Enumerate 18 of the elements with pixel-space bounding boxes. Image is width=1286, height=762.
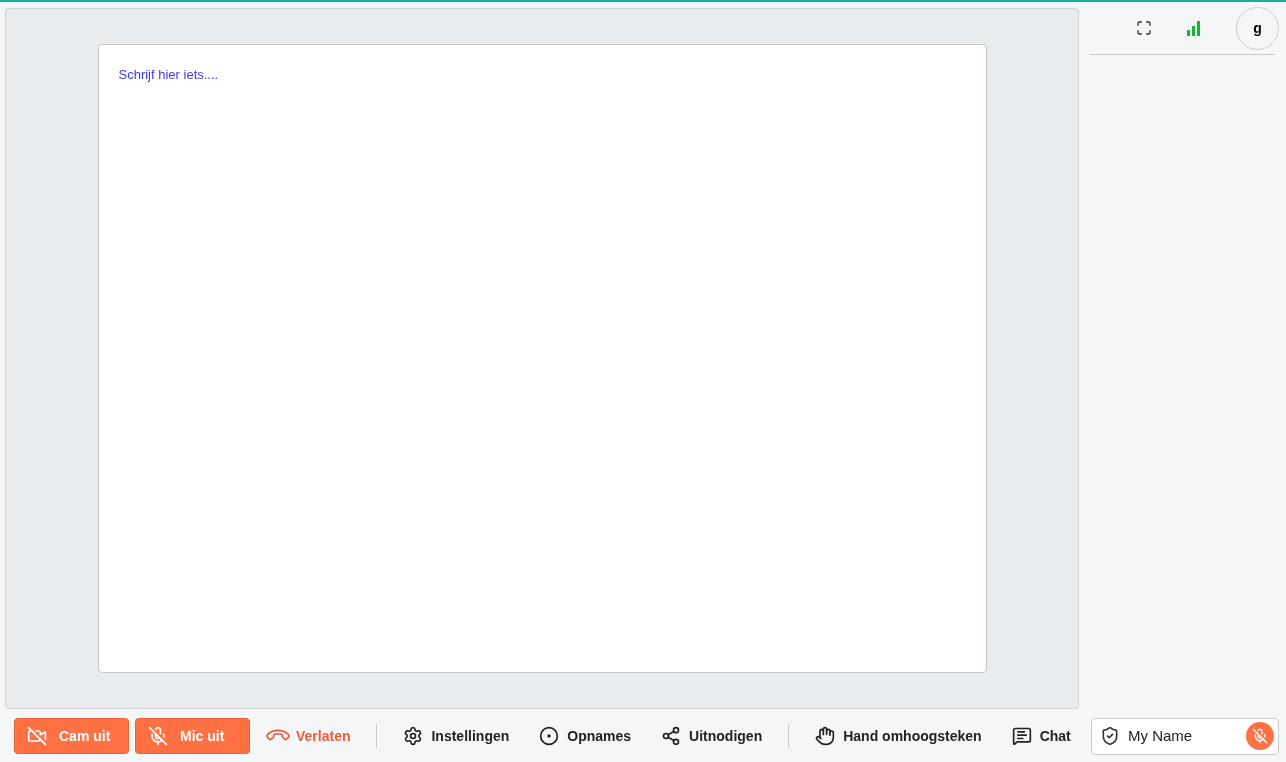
shield-icon (1100, 726, 1120, 746)
participant-name: My Name (1128, 725, 1194, 746)
toolbar-button[interactable]: Opnames (527, 718, 644, 754)
signal-icon (1186, 20, 1202, 36)
microphone-off-icon (148, 726, 168, 746)
chat-icon (1011, 726, 1032, 746)
toolbar-button[interactable]: Hand omhoogsteken (803, 718, 994, 754)
share-icon (661, 726, 682, 746)
toolbar-button[interactable]: Uitnodigen (649, 718, 775, 754)
hand-icon (815, 726, 836, 746)
camera-off-icon (27, 726, 47, 746)
text-editor[interactable]: Schrijf hier iets.... (97, 44, 987, 673)
settings-icon (403, 726, 424, 746)
microphone-off-icon (1252, 728, 1268, 744)
fullscreen-icon[interactable] (1136, 20, 1152, 36)
record-icon (539, 726, 560, 746)
toolbar-button[interactable]: Chat (999, 718, 1083, 754)
toolbar-button[interactable]: Instellingen (391, 718, 522, 754)
